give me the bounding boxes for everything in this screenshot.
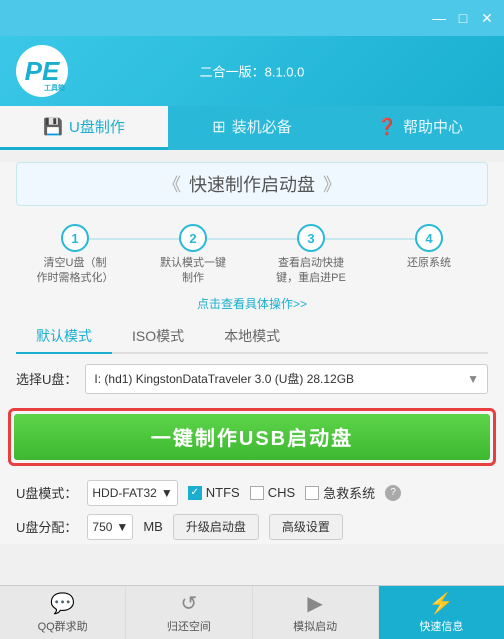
qq-label: QQ群求助 xyxy=(38,618,88,634)
rescue-label: 急救系统 xyxy=(323,483,375,502)
restore-label: 归还空间 xyxy=(167,618,211,634)
step-2-circle: 2 xyxy=(179,224,207,252)
ntfs-label: NTFS xyxy=(206,485,240,500)
minimize-button[interactable]: — xyxy=(430,9,448,27)
quick-banner: 《 快速制作启动盘 》 xyxy=(16,162,488,206)
step-1-text: 清空U盘（制作时需格式化） xyxy=(37,256,114,287)
udisk-tab-label: U盘制作 xyxy=(69,116,125,137)
simulate-icon: ▶ xyxy=(307,591,322,616)
options-row-1: U盘模式： HDD-FAT32 ▼ ✓ NTFS CHS 急救系统 ? xyxy=(0,476,504,510)
main-content: 《 快速制作启动盘 》 1 清空U盘（制作时需格式化） 2 默认模式一键制作 3… xyxy=(0,162,504,544)
step-2-line xyxy=(193,238,311,240)
step-3-line xyxy=(311,238,429,240)
step-4: 4 还原系统 xyxy=(370,224,488,271)
bottom-simulate[interactable]: ▶ 模拟启动 xyxy=(253,586,379,639)
udisk-select-row: 选择U盘： I: (hd1) KingstonDataTraveler 3.0 … xyxy=(0,354,504,404)
chs-checkbox-group: CHS xyxy=(250,485,295,500)
bottom-quick[interactable]: ⚡ 快速信息 xyxy=(379,586,504,639)
title-bar: — □ ✕ xyxy=(0,0,504,36)
restore-icon: ↺ xyxy=(180,591,197,616)
help-tab-label: 帮助中心 xyxy=(403,116,463,137)
install-tab-icon: ⊞ xyxy=(212,117,225,137)
partition-size-arrow-icon: ▼ xyxy=(116,520,128,534)
upgrade-btn[interactable]: 升级启动盘 xyxy=(173,514,259,540)
quick-icon: ⚡ xyxy=(429,591,454,616)
tab-help[interactable]: ❓ 帮助中心 xyxy=(336,106,504,150)
step-1: 1 清空U盘（制作时需格式化） xyxy=(16,224,134,287)
step-4-circle: 4 xyxy=(415,224,443,252)
close-button[interactable]: ✕ xyxy=(478,9,496,27)
rescue-checkbox[interactable] xyxy=(305,486,319,500)
more-operations-link[interactable]: 点击查看具体操作>> xyxy=(0,295,504,312)
chs-label: CHS xyxy=(268,485,295,500)
simulate-label: 模拟启动 xyxy=(293,618,337,634)
udisk-part-label: U盘分配： xyxy=(16,517,77,536)
dropdown-arrow-icon: ▼ xyxy=(467,372,479,386)
advanced-settings-btn[interactable]: 高级设置 xyxy=(269,514,343,540)
udisk-select-dropdown[interactable]: I: (hd1) KingstonDataTraveler 3.0 (U盘) 2… xyxy=(85,364,488,394)
udisk-mode-arrow-icon: ▼ xyxy=(161,486,173,500)
header: PE 工具箱 二合一版：8.1.0.0 xyxy=(0,36,504,106)
mode-tab-default[interactable]: 默认模式 xyxy=(16,320,112,354)
nav-tabs: 💾 U盘制作 ⊞ 装机必备 ❓ 帮助中心 xyxy=(0,106,504,150)
partition-unit-label: MB xyxy=(143,519,163,534)
step-4-text: 还原系统 xyxy=(407,256,451,271)
step-2-text: 默认模式一键制作 xyxy=(160,256,226,287)
help-question-icon[interactable]: ? xyxy=(385,485,401,501)
steps-area: 1 清空U盘（制作时需格式化） 2 默认模式一键制作 3 查看启动快捷键，重启进… xyxy=(0,214,504,291)
make-usb-button[interactable]: 一键制作USB启动盘 xyxy=(14,414,490,460)
options-row-2: U盘分配： 750 ▼ MB 升级启动盘 高级设置 xyxy=(0,510,504,544)
bottom-qq[interactable]: 💬 QQ群求助 xyxy=(0,586,126,639)
chevron-right-icon: 》 xyxy=(323,171,341,197)
step-3: 3 查看启动快捷键，重启进PE xyxy=(252,224,370,287)
qq-icon: 💬 xyxy=(50,591,75,616)
mode-tabs: 默认模式 ISO模式 本地模式 xyxy=(16,320,488,354)
udisk-mode-value: HDD-FAT32 xyxy=(92,486,156,500)
main-button-container: 一键制作USB启动盘 xyxy=(8,408,496,466)
rescue-checkbox-group: 急救系统 xyxy=(305,483,375,502)
select-udisk-label: 选择U盘： xyxy=(16,369,77,388)
udisk-tab-icon: 💾 xyxy=(43,117,63,137)
ntfs-checkbox-group: ✓ NTFS xyxy=(188,485,240,500)
bottom-restore[interactable]: ↺ 归还空间 xyxy=(126,586,252,639)
help-tab-icon: ❓ xyxy=(377,117,397,137)
udisk-mode-select[interactable]: HDD-FAT32 ▼ xyxy=(87,480,177,506)
chs-checkbox[interactable] xyxy=(250,486,264,500)
banner-title-text: 快速制作启动盘 xyxy=(189,171,315,197)
quick-title: 《 快速制作启动盘 》 xyxy=(33,171,471,197)
quick-label: 快速信息 xyxy=(419,618,463,634)
step-1-line xyxy=(75,238,193,240)
chevron-left-icon: 《 xyxy=(163,171,181,197)
window-controls: — □ ✕ xyxy=(430,9,496,27)
logo-subtitle: 工具箱 xyxy=(44,83,65,93)
bottom-bar: 💬 QQ群求助 ↺ 归还空间 ▶ 模拟启动 ⚡ 快速信息 xyxy=(0,585,504,639)
ntfs-checkbox[interactable]: ✓ xyxy=(188,486,202,500)
restore-button[interactable]: □ xyxy=(454,9,472,27)
mode-tab-local[interactable]: 本地模式 xyxy=(204,320,300,354)
partition-size-value: 750 xyxy=(92,520,112,534)
tab-install[interactable]: ⊞ 装机必备 xyxy=(168,106,336,150)
version-text: 二合一版：8.1.0.0 xyxy=(0,62,504,81)
udisk-mode-label: U盘模式： xyxy=(16,483,77,502)
partition-size-select[interactable]: 750 ▼ xyxy=(87,514,133,540)
step-3-circle: 3 xyxy=(297,224,325,252)
step-3-text: 查看启动快捷键，重启进PE xyxy=(276,256,346,287)
tab-udisk[interactable]: 💾 U盘制作 xyxy=(0,106,168,150)
install-tab-label: 装机必备 xyxy=(232,116,292,137)
step-2: 2 默认模式一键制作 xyxy=(134,224,252,287)
step-1-circle: 1 xyxy=(61,224,89,252)
udisk-select-value: I: (hd1) KingstonDataTraveler 3.0 (U盘) 2… xyxy=(94,370,354,387)
mode-tab-iso[interactable]: ISO模式 xyxy=(112,320,204,354)
